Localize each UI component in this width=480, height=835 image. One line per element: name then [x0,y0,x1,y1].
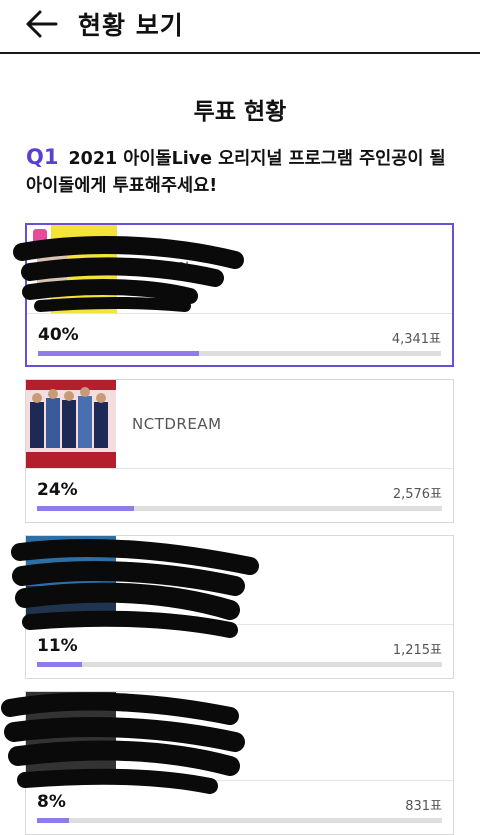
candidate-card[interactable]: 8% 831표 [25,691,454,835]
vote-count: 2,576표 [392,487,442,502]
candidate-name: 아이즈원 [133,260,191,278]
vote-progress-fill [37,662,82,667]
candidate-photo [26,536,116,624]
page-title: 현황 보기 [78,11,184,40]
candidate-card[interactable]: NCTDREAM 24% 2,576표 [25,379,454,523]
vote-count: 1,215표 [392,643,442,658]
vote-percent: 24% [37,480,78,500]
candidate-name: NCTDREAM [132,415,222,433]
vote-count: 4,341표 [391,332,441,347]
candidate-card[interactable]: 아이즈원 40% 4,341표 [25,223,454,367]
vote-progress-bar [37,506,442,511]
vote-progress-fill [38,351,200,356]
candidate-photo [26,380,116,468]
vote-progress-bar [37,818,442,823]
divider [26,468,453,469]
question-number: Q1 [26,145,59,169]
vote-progress-fill [37,506,135,511]
question-text: 2021 아이돌Live 오리지널 프로그램 주인공이 될 아이돌에게 투표해주… [26,149,446,196]
question: Q1 2021 아이돌Live 오리지널 프로그램 주인공이 될 아이돌에게 투표… [26,144,466,200]
vote-percent: 8% [37,792,66,812]
divider [26,624,453,625]
vote-percent: 40% [38,325,79,345]
back-arrow-icon[interactable] [22,4,62,44]
vote-progress-bar [38,351,441,356]
candidate-photo [27,225,117,313]
vote-progress-fill [37,818,70,823]
candidate-card[interactable]: 11% 1,215표 [25,535,454,679]
divider [27,313,452,314]
candidate-photo [26,692,116,780]
divider [26,780,453,781]
vote-progress-bar [37,662,442,667]
vote-percent: 11% [37,636,78,656]
section-title: 투표 현황 [193,99,287,125]
top-bar: 현황 보기 [0,0,480,54]
vote-count: 831표 [405,799,442,814]
